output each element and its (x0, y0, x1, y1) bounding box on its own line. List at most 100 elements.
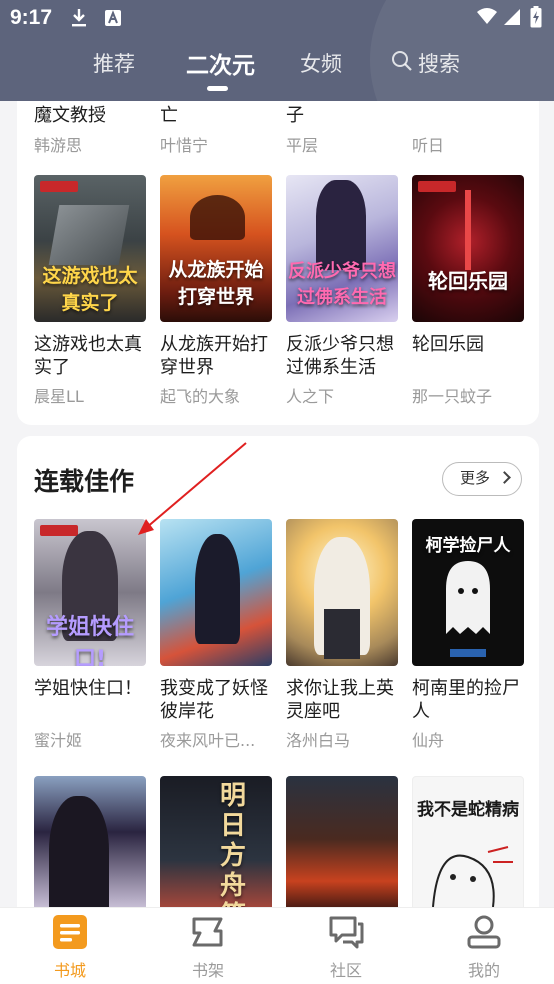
tab-female[interactable]: 女频 (300, 48, 342, 78)
book-item[interactable]: 学姐快住口! 学姐快住口！ 蜜汁姬 (34, 519, 146, 750)
profile-icon (467, 915, 501, 949)
book-cover[interactable]: 柯学捡尸人 (412, 519, 524, 666)
nav-bookshelf[interactable]: 书架 (158, 908, 258, 984)
book-item[interactable]: 明日方舟 第二国度 (160, 776, 272, 907)
book-title[interactable]: 学姐快住口！ (34, 677, 152, 700)
book-cover[interactable]: 从龙族开始打穿世界 (160, 175, 272, 322)
book-author: 夜来风叶已... (160, 731, 256, 750)
partial-book-title[interactable]: 魔文教授 (34, 101, 106, 127)
nav-label: 我的 (467, 961, 500, 980)
partial-book-author: 韩游思 (34, 136, 83, 155)
book-item[interactable]: 我变成了妖怪彼岸花 夜来风叶已... (160, 519, 272, 750)
publisher-tag (418, 181, 456, 192)
book-title[interactable]: 这游戏也太真实了 (34, 333, 152, 379)
cover-title-text: 这游戏也太真实了 (42, 265, 138, 314)
nav-label: 社区 (329, 961, 362, 980)
book-cover[interactable]: 学姐快住口! (34, 519, 146, 666)
more-label: 更多 (460, 469, 491, 487)
publisher-tag (450, 649, 486, 657)
serial-section-card: 连载佳作 更多 学姐快住口! 学姐快住口！ 蜜汁姬 我变成了妖怪彼岸花 夜来风叶… (17, 436, 539, 907)
status-bar: 9:17 (0, 0, 554, 36)
cover-title-text: 学姐快住口! (45, 615, 134, 666)
nav-label: 书架 (191, 961, 224, 980)
book-item[interactable]: 求你让我上英灵座吧 洛州白马 (286, 519, 398, 750)
partial-book-author: 叶惜宁 (160, 136, 209, 155)
partial-book-author: 平层 (286, 136, 319, 155)
wifi-icon (476, 7, 498, 29)
tab-anime[interactable]: 二次元 (186, 46, 255, 80)
book-author: 蜜汁姬 (34, 731, 83, 750)
book-cover[interactable]: 明日方舟 第二国度 (160, 776, 272, 907)
book-item[interactable]: 轮回乐园 轮回乐园 那一只蚊子 (412, 175, 524, 406)
book-cover[interactable] (286, 776, 398, 907)
partial-book-title[interactable]: 子 (286, 101, 304, 127)
section-title: 连载佳作 (34, 467, 135, 496)
book-item[interactable]: 这游戏也太真实了 这游戏也太真实了 晨星LL (34, 175, 146, 406)
book-title[interactable]: 求你让我上英灵座吧 (286, 677, 404, 723)
book-item[interactable]: 从龙族开始打穿世界 从龙族开始打穿世界 起飞的大象 (160, 175, 272, 406)
top-tabs: 推荐 二次元 女频 搜索 (0, 44, 554, 94)
status-time: 9:17 (10, 6, 53, 29)
search-icon (392, 51, 412, 71)
nav-label: 书城 (53, 961, 86, 980)
book-cover[interactable]: 轮回乐园 (412, 175, 524, 322)
community-chat-icon (329, 916, 364, 949)
cover-title-text: 明日方舟 第二国度 (220, 781, 247, 907)
book-cover[interactable]: 反派少爷只想过佛系生活 (286, 175, 398, 322)
book-item[interactable] (34, 776, 146, 907)
bottom-nav: 书城 书架 社区 我的 (0, 907, 554, 984)
top-bar: 9:17 推荐 二次元 女频 搜索 (0, 0, 554, 101)
partial-book-title[interactable]: 亡 (160, 101, 178, 127)
book-cover[interactable] (34, 776, 146, 907)
book-section-card: 魔文教授 亡 子 韩游思 叶惜宁 平层 听日 这游戏也太真实了 这游戏也太真实了… (17, 101, 539, 425)
book-cover[interactable]: 这游戏也太真实了 (34, 175, 146, 322)
battery-charging-icon (530, 6, 542, 32)
book-title[interactable]: 反派少爷只想过佛系生活 (286, 333, 404, 379)
publisher-tag (40, 525, 78, 536)
cover-art (48, 205, 130, 265)
tab-search-label: 搜索 (418, 52, 460, 76)
book-author: 仙舟 (412, 731, 445, 750)
download-icon (70, 8, 88, 32)
doodle-cover-art (432, 846, 513, 907)
book-title[interactable]: 我变成了妖怪彼岸花 (160, 677, 278, 723)
more-button[interactable]: 更多 (442, 462, 522, 496)
cover-art-dress (324, 609, 360, 659)
nav-community[interactable]: 社区 (296, 908, 396, 984)
signal-icon (503, 8, 521, 30)
content-scroll[interactable]: 魔文教授 亡 子 韩游思 叶惜宁 平层 听日 这游戏也太真实了 这游戏也太真实了… (0, 101, 554, 907)
book-author: 洛州白马 (286, 731, 351, 750)
book-cover[interactable]: 我不是蛇精病 (412, 776, 524, 907)
book-item[interactable]: 反派少爷只想过佛系生活 反派少爷只想过佛系生活 人之下 (286, 175, 398, 406)
book-store-icon (53, 915, 87, 949)
chevron-right-icon (498, 471, 511, 484)
nav-profile[interactable]: 我的 (434, 908, 534, 984)
publisher-tag (40, 181, 78, 192)
nav-book-store[interactable]: 书城 (20, 908, 120, 984)
partial-book-author: 听日 (412, 136, 445, 155)
book-title[interactable]: 轮回乐园 (412, 333, 530, 356)
app-notification-icon (104, 8, 122, 32)
cover-title-text: 从龙族开始打穿世界 (168, 259, 264, 308)
book-item[interactable]: 我不是蛇精病 (412, 776, 524, 907)
cover-art (465, 190, 471, 270)
cover-art (195, 534, 240, 644)
book-author: 晨星LL (34, 387, 84, 406)
cover-art (190, 195, 245, 240)
cover-title-text: 轮回乐园 (428, 269, 508, 293)
tab-recommend[interactable]: 推荐 (93, 48, 135, 78)
tab-indicator (207, 86, 228, 91)
book-cover[interactable] (160, 519, 272, 666)
cover-art (49, 796, 109, 907)
book-author: 人之下 (286, 387, 335, 406)
book-item[interactable]: 柯学捡尸人 柯南里的捡尸人 仙舟 (412, 519, 524, 750)
book-author: 起飞的大象 (160, 387, 241, 406)
cover-title-text: 反派少爷只想过佛系生活 (288, 261, 396, 308)
book-title[interactable]: 柯南里的捡尸人 (412, 677, 530, 723)
book-author: 那一只蚊子 (412, 387, 493, 406)
book-item[interactable] (286, 776, 398, 907)
ghost-cover-art (446, 561, 490, 634)
book-cover[interactable] (286, 519, 398, 666)
book-title[interactable]: 从龙族开始打穿世界 (160, 333, 278, 379)
bookshelf-icon (192, 917, 223, 947)
